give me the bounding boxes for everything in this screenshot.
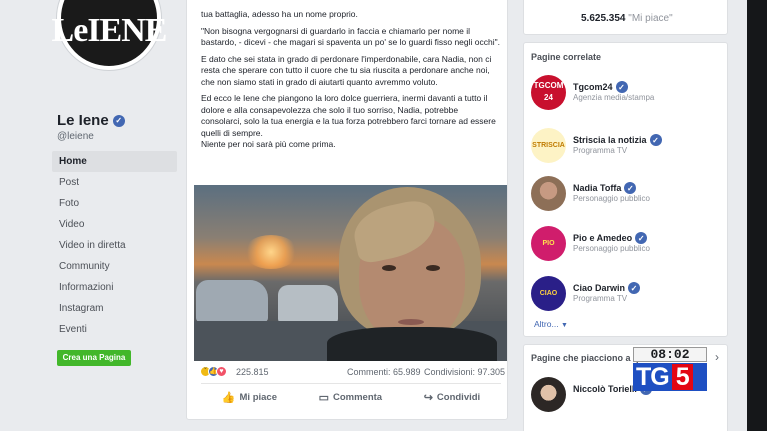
chevron-down-icon: ▼ [560, 322, 568, 329]
post-paragraph: tua battaglia, adesso ha un nome proprio… [201, 9, 358, 19]
verified-badge-icon: ✓ [628, 282, 641, 294]
page-title[interactable]: Le Iene ✓ [57, 112, 125, 129]
nav-item-post[interactable]: Post [52, 172, 177, 193]
related-page-name-text: Ciao Darwin [573, 283, 626, 293]
more-related-link[interactable]: Altro... ▼ [534, 319, 568, 329]
photo-sunset [244, 235, 298, 269]
nav-item-community[interactable]: Community [52, 256, 177, 277]
photo-person-mouth [398, 319, 424, 325]
related-page-item[interactable]: Nadia Toffa ✓ Personaggio pubblico [531, 176, 726, 216]
related-page-avatar [531, 176, 566, 211]
likes-count: 5.625.354 [581, 13, 626, 24]
comment-button[interactable]: ▭ Commenta [319, 391, 383, 404]
page-name-text: Le Iene [57, 112, 109, 129]
page-nav: Home Post Foto Video Video in diretta Co… [52, 151, 177, 340]
share-label: Condividi [436, 392, 481, 403]
related-page-name[interactable]: Ciao Darwin ✓ [573, 282, 641, 294]
likes-label: "Mi piace" [628, 13, 673, 24]
post-text: tua battaglia, adesso ha un nome proprio… [201, 9, 501, 156]
broadcast-clock: 08:02 [633, 347, 707, 362]
post-paragraph: Niente per noi sarà più come prima. [201, 139, 336, 149]
more-related-label: Altro... [534, 319, 559, 329]
chevron-right-icon[interactable]: › [715, 350, 719, 364]
related-page-avatar: STRISCIA [531, 128, 566, 163]
page-logo[interactable]: LeIENE [52, 0, 167, 70]
related-page-name-text: Nadia Toffa [573, 183, 622, 193]
logo-text: LeIENE [51, 12, 168, 49]
photo-person-eye [426, 265, 440, 271]
related-page-item[interactable]: PIO Pio e Amedeo ✓ Personaggio pubblico [531, 226, 726, 266]
related-page-name-text: Pio e Amedeo [573, 233, 633, 243]
related-page-name-text: Tgcom24 [573, 82, 613, 92]
photo-person-coat [327, 327, 497, 361]
related-page-name[interactable]: Nadia Toffa ✓ [573, 182, 637, 194]
reaction-count[interactable]: 225.815 [236, 367, 269, 377]
related-page-name[interactable]: Striscia la notizia ✓ [573, 134, 662, 146]
comment-label: Commenta [333, 392, 383, 403]
post-photo[interactable] [194, 185, 507, 361]
verified-badge-icon: ✓ [635, 232, 648, 244]
share-button[interactable]: ↪ Condividi [424, 391, 481, 404]
page-likes[interactable]: 5.625.354 "Mi piace" [581, 13, 673, 24]
related-page-item[interactable]: TGCOM 24 Tgcom24 ✓ Agenzia media/stampa [531, 75, 726, 115]
nav-item-instagram[interactable]: Instagram [52, 298, 177, 319]
related-page-category: Agenzia media/stampa [573, 93, 655, 102]
nav-item-eventi[interactable]: Eventi [52, 319, 177, 340]
page-handle[interactable]: @leiene [57, 131, 94, 142]
related-pages-card: Pagine correlate TGCOM 24 Tgcom24 ✓ Agen… [523, 42, 728, 337]
related-page-category: Personaggio pubblico [573, 244, 650, 253]
verified-badge-icon: ✓ [615, 81, 628, 93]
related-page-avatar: CIAO [531, 276, 566, 311]
create-page-button[interactable]: Crea una Pagina [57, 350, 131, 366]
liked-page-name-text: Niccolò Torielli [573, 384, 637, 394]
page-likes-card: 5.625.354 "Mi piace" [523, 0, 728, 35]
photo-car [278, 285, 338, 323]
related-page-avatar: PIO [531, 226, 566, 261]
verified-badge-icon: ✓ [649, 134, 662, 146]
facebook-page-screen: LeIENE Le Iene ✓ @leiene Home Post Foto … [0, 0, 767, 431]
related-pages-title: Pagine correlate [531, 52, 602, 62]
nav-item-video[interactable]: Video [52, 214, 177, 235]
related-page-name[interactable]: Pio e Amedeo ✓ [573, 232, 648, 244]
verified-badge-icon: ✓ [624, 182, 637, 194]
tg5-logo-number: 5 [671, 364, 693, 390]
liked-page-avatar [531, 377, 566, 412]
comment-icon: ▭ [318, 392, 329, 404]
comments-count[interactable]: Commenti: 65.989 [347, 367, 421, 377]
monitor-bezel [747, 0, 767, 431]
related-page-category: Programma TV [573, 294, 628, 303]
reactions-bar: ˘ 👍 ♥ 225.815 Commenti: 65.989 Condivisi… [194, 366, 507, 380]
thumbs-up-icon: 👍 [221, 392, 236, 404]
related-page-item[interactable]: CIAO Ciao Darwin ✓ Programma TV [531, 276, 726, 316]
tg5-logo-prefix: TG [636, 363, 670, 391]
related-page-avatar: TGCOM 24 [531, 75, 566, 110]
nav-item-live-video[interactable]: Video in diretta [52, 235, 177, 256]
shares-count[interactable]: Condivisioni: 97.305 [424, 367, 505, 377]
related-page-category: Personaggio pubblico [573, 194, 650, 203]
share-icon: ↪ [423, 392, 433, 404]
post-paragraph: Ed ecco le Iene che piangono la loro dol… [201, 93, 496, 138]
love-reaction-icon: ♥ [216, 366, 227, 377]
liked-pages-title[interactable]: Pagine che piacciono a que [531, 353, 649, 363]
like-button[interactable]: 👍 Mi piace [222, 391, 277, 404]
reaction-icons[interactable]: ˘ 👍 ♥ [200, 366, 227, 377]
tg5-logo: TG 5 [633, 363, 707, 391]
tv-channel-overlay: 08:02 TG 5 [633, 347, 707, 391]
related-page-item[interactable]: STRISCIA Striscia la notizia ✓ Programma… [531, 128, 726, 168]
related-page-category: Programma TV [573, 146, 628, 155]
post-card: tua battaglia, adesso ha un nome proprio… [186, 0, 508, 420]
like-label: Mi piace [239, 392, 278, 403]
post-paragraph: "Non bisogna vergognarsi di guardarlo in… [201, 25, 500, 48]
nav-item-informazioni[interactable]: Informazioni [52, 277, 177, 298]
nav-item-foto[interactable]: Foto [52, 193, 177, 214]
post-actions: 👍 Mi piace ▭ Commenta ↪ Condividi [201, 383, 501, 411]
photo-car [196, 280, 268, 322]
related-page-name-text: Striscia la notizia [573, 135, 647, 145]
nav-item-home[interactable]: Home [52, 151, 177, 172]
photo-person-eye [382, 265, 396, 271]
related-page-name[interactable]: Tgcom24 ✓ [573, 81, 628, 93]
verified-badge-icon: ✓ [112, 114, 125, 127]
post-paragraph: E dato che sei stata in grado di perdona… [201, 53, 492, 87]
